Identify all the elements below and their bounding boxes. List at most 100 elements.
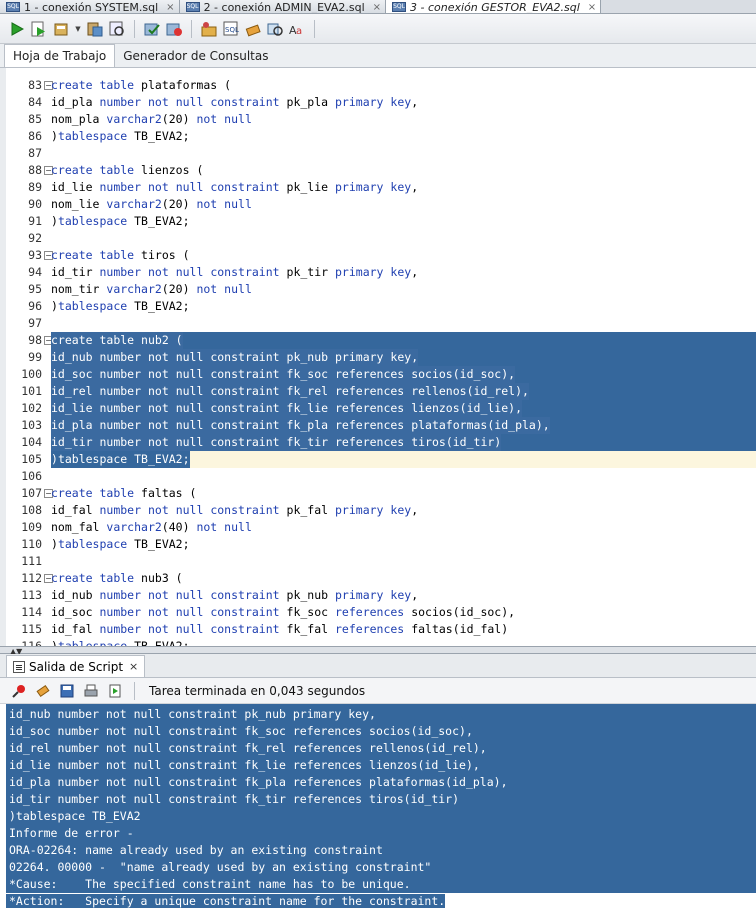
script-output-area[interactable]: id_nub number not null constraint pk_nub…: [6, 704, 756, 916]
sql-tuning-button[interactable]: [200, 20, 218, 38]
code-line[interactable]: 111: [6, 553, 756, 570]
save-output-button[interactable]: [58, 682, 76, 700]
tab-label: 3 - conexión GESTOR_EVA2.sql: [410, 0, 580, 14]
close-icon[interactable]: ×: [373, 2, 381, 13]
tab-label: 2 - conexión ADMIN_EVA2.sql: [203, 0, 365, 14]
tab-admin-sql[interactable]: SQL 2 - conexión ADMIN_EVA2.sql ×: [179, 0, 387, 14]
script-output-icon: [13, 660, 25, 673]
clear-output-button[interactable]: [34, 682, 52, 700]
run-statement-button[interactable]: [8, 20, 26, 38]
line-number: 91: [28, 214, 42, 228]
code-text: id_pla number not null constraint pk_pla…: [51, 95, 419, 109]
code-line[interactable]: 108 id_fal number not null constraint pk_…: [6, 502, 756, 519]
line-number: 107: [21, 486, 42, 500]
autotrace-button[interactable]: [108, 20, 126, 38]
code-line[interactable]: 97: [6, 315, 756, 332]
code-line[interactable]: 83− create table plataformas (: [6, 77, 756, 94]
code-text: )tablespace TB_EVA2;: [51, 214, 190, 228]
tab-system-sql[interactable]: SQL 1 - conexión SYSTEM.sql ×: [0, 0, 180, 13]
code-line[interactable]: 103 id_pla number not null constraint fk_…: [6, 417, 756, 434]
run-script-button[interactable]: [30, 20, 48, 38]
line-number: 95: [28, 282, 42, 296]
rollback-button[interactable]: [165, 20, 183, 38]
code-line[interactable]: 89 id_lie number not null constraint pk_l…: [6, 179, 756, 196]
tab-query-builder[interactable]: Generador de Consultas: [115, 45, 276, 67]
code-line[interactable]: 91 )tablespace TB_EVA2;: [6, 213, 756, 230]
code-line[interactable]: 106: [6, 468, 756, 485]
code-line[interactable]: 94 id_tir number not null constraint pk_t…: [6, 264, 756, 281]
code-line[interactable]: 109 nom_fal varchar2(40) not null: [6, 519, 756, 536]
line-number: 83: [28, 78, 42, 92]
code-line[interactable]: 88− create table lienzos (: [6, 162, 756, 179]
line-number: 98: [28, 333, 42, 347]
code-line[interactable]: 90 nom_lie varchar2(20) not null: [6, 196, 756, 213]
code-line[interactable]: 84 id_pla number not null constraint pk_p…: [6, 94, 756, 111]
line-number: 101: [21, 384, 42, 398]
line-number: 89: [28, 180, 42, 194]
code-line[interactable]: 105)tablespace TB_EVA2;: [6, 451, 756, 468]
sql-history-button[interactable]: SQL: [222, 20, 240, 38]
code-line[interactable]: 86)tablespace TB_EVA2;: [6, 128, 756, 145]
code-text: id_tir number not null constraint pk_tir…: [51, 265, 419, 279]
code-line[interactable]: 85 nom_pla varchar2(20) not null: [6, 111, 756, 128]
code-line[interactable]: 93− create table tiros (: [6, 247, 756, 264]
find-object-icon: [267, 23, 283, 36]
pin-button[interactable]: [10, 682, 28, 700]
code-line[interactable]: 104 id_tir number not null constraint fk_…: [6, 434, 756, 451]
code-line[interactable]: 112− create table nub3 (: [6, 570, 756, 587]
line-number: 104: [21, 435, 42, 449]
run-icon: [11, 21, 24, 36]
code-text: id_pla number not null constraint fk_pla…: [51, 417, 550, 434]
line-number: 84: [28, 95, 42, 109]
code-text: id_rel number not null constraint fk_rel…: [51, 383, 529, 400]
print-button[interactable]: [82, 682, 100, 700]
output-line: id_lie number not null constraint fk_lie…: [6, 757, 480, 774]
explain-plan-button[interactable]: [86, 20, 104, 38]
panel-splitter[interactable]: ▲▼: [0, 646, 756, 656]
output-line: )tablespace TB_EVA2: [6, 808, 141, 825]
code-line[interactable]: 114 id_soc number not null constraint fk_…: [6, 604, 756, 621]
close-icon[interactable]: ×: [129, 660, 138, 673]
close-icon[interactable]: ×: [588, 2, 596, 13]
code-line[interactable]: 101 id_rel number not null constraint fk_…: [6, 383, 756, 400]
clear-button[interactable]: [244, 20, 262, 38]
code-line[interactable]: 115 id_fal number not null constraint fk_…: [6, 621, 756, 638]
tab-worksheet[interactable]: Hoja de Trabajo: [4, 44, 116, 67]
code-text: id_soc number not null constraint fk_soc…: [51, 366, 516, 383]
find-db-object-button[interactable]: [266, 20, 284, 38]
code-line[interactable]: 116)tablespace TB_EVA2;: [6, 638, 756, 646]
code-line[interactable]: 107− create table faltas (: [6, 485, 756, 502]
code-line[interactable]: 100 id_soc number not null constraint fk_…: [6, 366, 756, 383]
line-number: 102: [21, 401, 42, 415]
code-line[interactable]: 98− create table nub2 (: [6, 332, 756, 349]
code-text: create table nub3 (: [51, 571, 183, 585]
worksheet-toolbar: ▼ SQL Aa: [0, 14, 756, 44]
code-line[interactable]: 102 id_lie number not null constraint fk_…: [6, 400, 756, 417]
code-line[interactable]: 87: [6, 145, 756, 162]
code-text: )tablespace TB_EVA2;: [51, 537, 190, 551]
sql-editor[interactable]: 83− create table plataformas (84 id_pla nu…: [0, 68, 756, 646]
close-icon[interactable]: ×: [166, 2, 174, 13]
tab-gestor-sql[interactable]: SQL 3 - conexión GESTOR_EVA2.sql ×: [386, 0, 602, 14]
code-line[interactable]: 95 nom_tir varchar2(20) not null: [6, 281, 756, 298]
tab-label: Salida de Script: [29, 659, 124, 674]
code-line[interactable]: 99 id_nub number not null constraint pk_n…: [6, 349, 756, 366]
chevron-down-icon[interactable]: ▼: [74, 25, 82, 33]
open-output-button[interactable]: [106, 682, 124, 700]
code-text: )tablespace TB_EVA2;: [51, 299, 190, 313]
sql-file-icon: SQL: [392, 2, 407, 12]
code-line[interactable]: 110)tablespace TB_EVA2;: [6, 536, 756, 553]
output-line: id_nub number not null constraint pk_nub…: [6, 706, 376, 723]
line-number: 100: [21, 367, 42, 381]
commit-button[interactable]: [52, 20, 70, 38]
autotrace-icon: [109, 21, 124, 36]
tab-script-output[interactable]: Salida de Script ×: [6, 655, 146, 677]
format-case-button[interactable]: Aa: [288, 20, 306, 38]
code-line[interactable]: 92: [6, 230, 756, 247]
commit-transaction-button[interactable]: [143, 20, 161, 38]
task-status-text: Tarea terminada en 0,043 segundos: [149, 683, 366, 698]
toolbar-divider: [134, 19, 135, 38]
line-number: 97: [28, 316, 42, 330]
code-line[interactable]: 96)tablespace TB_EVA2;: [6, 298, 756, 315]
code-line[interactable]: 113 id_nub number not null constraint pk_…: [6, 587, 756, 604]
